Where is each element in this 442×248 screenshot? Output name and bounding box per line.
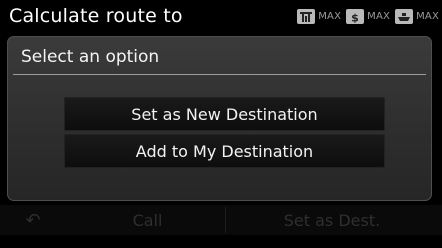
- back-button[interactable]: ↶: [8, 207, 58, 233]
- set-as-new-destination-button[interactable]: Set as New Destination: [64, 97, 385, 131]
- header: Calculate route to MAX $ MAX MAX: [0, 0, 442, 36]
- svg-text:$: $: [351, 11, 359, 23]
- add-to-my-destination-button[interactable]: Add to My Destination: [64, 134, 385, 168]
- screen-title: Calculate route to: [9, 5, 183, 27]
- ferry-level: MAX: [416, 11, 439, 22]
- route-preferences: MAX $ MAX MAX: [292, 9, 439, 24]
- navigation-screen: Calculate route to MAX $ MAX MAX Select …: [0, 0, 442, 248]
- dollar-icon: $: [346, 9, 365, 24]
- set-as-dest-button[interactable]: Set as Dest.: [232, 207, 432, 233]
- bottom-bar: ↶ Call Set as Dest.: [0, 205, 442, 235]
- toll-road-icon: [297, 9, 316, 24]
- ferry-icon: [395, 9, 414, 24]
- divider: [13, 74, 426, 75]
- back-arrow-icon: ↶: [25, 209, 41, 231]
- dialog-title: Select an option: [21, 47, 160, 67]
- toll-road-level: MAX: [318, 11, 342, 22]
- divider: [225, 207, 226, 233]
- options-dialog: Select an option Set as New Destination …: [7, 36, 432, 201]
- dollar-level: MAX: [367, 11, 391, 22]
- call-button[interactable]: Call: [75, 207, 220, 233]
